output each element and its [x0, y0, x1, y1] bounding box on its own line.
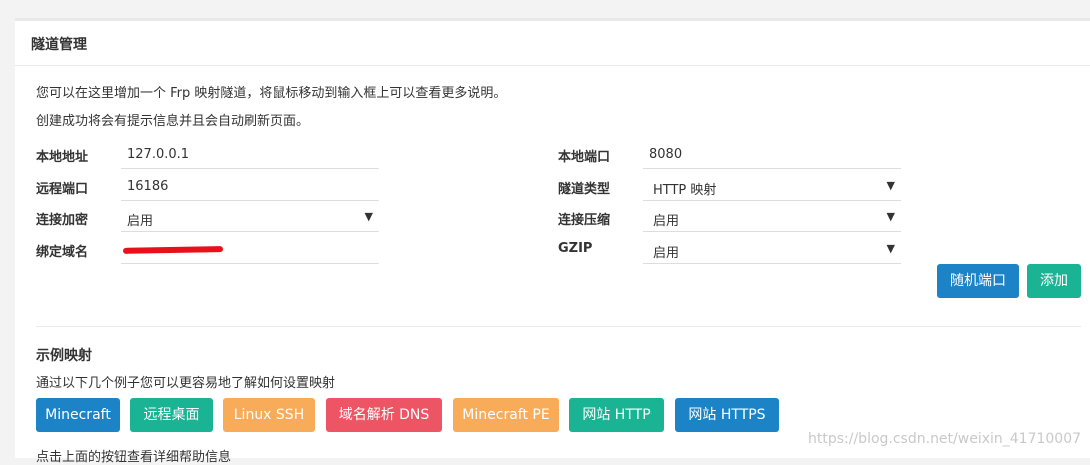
encrypt-label: 连接加密 — [36, 213, 89, 228]
example-http-button[interactable]: 网站 HTTP — [569, 398, 664, 432]
example-minecraft-pe-button[interactable]: Minecraft PE — [453, 398, 559, 432]
local-address-label: 本地地址 — [36, 150, 89, 165]
local-address-value: 127.0.0.1 — [127, 147, 190, 162]
chevron-down-icon: ▼ — [886, 210, 895, 223]
chevron-down-icon: ▼ — [886, 242, 895, 255]
watermark: https://blog.csdn.net/weixin_41710007 — [808, 431, 1082, 447]
example-remote-desktop-button[interactable]: 远程桌面 — [130, 398, 213, 432]
panel-description: 您可以在这里增加一个 Frp 映射隧道，将鼠标移动到输入框上可以查看更多说明。 — [36, 86, 507, 101]
local-port-label: 本地端口 — [558, 150, 611, 165]
example-linux-ssh-button[interactable]: Linux SSH — [223, 398, 315, 432]
example-dns-button[interactable]: 域名解析 DNS — [326, 398, 442, 432]
remote-port-label: 远程端口 — [36, 182, 89, 197]
remote-port-value: 16186 — [127, 179, 169, 194]
compress-select[interactable]: 启用 ▼ — [643, 204, 901, 232]
example-minecraft-button[interactable]: Minecraft — [36, 398, 120, 432]
examples-help-text: 点击上面的按钮查看详细帮助信息 — [36, 450, 232, 465]
domain-label: 绑定域名 — [36, 245, 89, 260]
tunnel-type-value: HTTP 映射 — [653, 183, 717, 198]
compress-label: 连接压缩 — [558, 213, 611, 228]
divider — [36, 326, 1081, 327]
gzip-select[interactable]: 启用 ▼ — [643, 236, 901, 264]
compress-value: 启用 — [653, 214, 680, 229]
chevron-down-icon: ▼ — [364, 210, 373, 223]
local-port-input[interactable]: 8080 — [643, 141, 901, 169]
domain-input[interactable] — [121, 236, 379, 264]
gzip-label: GZIP — [558, 241, 593, 256]
panel-title: 隧道管理 — [31, 37, 87, 53]
example-https-button[interactable]: 网站 HTTPS — [675, 398, 779, 432]
local-address-input[interactable]: 127.0.0.1 — [121, 141, 379, 169]
random-port-button[interactable]: 随机端口 — [937, 264, 1019, 298]
tunnel-management-panel: 隧道管理 您可以在这里增加一个 Frp 映射隧道，将鼠标移动到输入框上可以查看更… — [15, 18, 1090, 465]
local-port-value: 8080 — [649, 147, 683, 162]
panel-note: 创建成功将会有提示信息并且会自动刷新页面。 — [36, 114, 310, 129]
encrypt-select[interactable]: 启用 ▼ — [121, 204, 379, 232]
panel-header: 隧道管理 — [15, 21, 1090, 66]
add-button[interactable]: 添加 — [1027, 264, 1081, 298]
chevron-down-icon: ▼ — [886, 179, 895, 192]
gzip-value: 启用 — [653, 246, 680, 261]
tunnel-type-label: 隧道类型 — [558, 182, 611, 197]
redaction-mark — [122, 246, 224, 254]
encrypt-value: 启用 — [127, 214, 154, 229]
remote-port-input[interactable]: 16186 — [121, 173, 379, 201]
examples-title: 示例映射 — [36, 348, 92, 364]
examples-description: 通过以下几个例子您可以更容易地了解如何设置映射 — [36, 376, 336, 391]
tunnel-type-select[interactable]: HTTP 映射 ▼ — [643, 173, 901, 201]
